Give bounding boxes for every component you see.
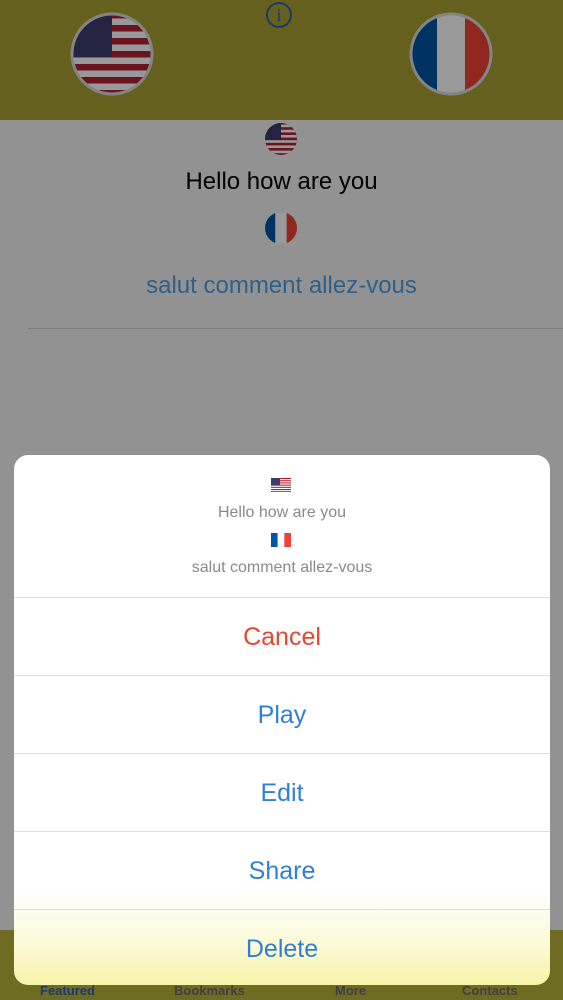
share-button[interactable]: Share <box>14 831 550 909</box>
action-sheet: Hello how are you salut comment allez-vo… <box>14 455 550 985</box>
play-button[interactable]: Play <box>14 675 550 753</box>
delete-button[interactable]: Delete <box>14 909 550 985</box>
edit-button[interactable]: Edit <box>14 753 550 831</box>
france-flag-icon <box>271 533 291 547</box>
us-flag-icon <box>271 478 291 492</box>
action-sheet-source-text: Hello how are you <box>217 504 347 521</box>
action-sheet-target-text: salut comment allez-vous <box>191 559 373 576</box>
action-sheet-header: Hello how are you salut comment allez-vo… <box>14 455 550 597</box>
cancel-button[interactable]: Cancel <box>14 597 550 675</box>
